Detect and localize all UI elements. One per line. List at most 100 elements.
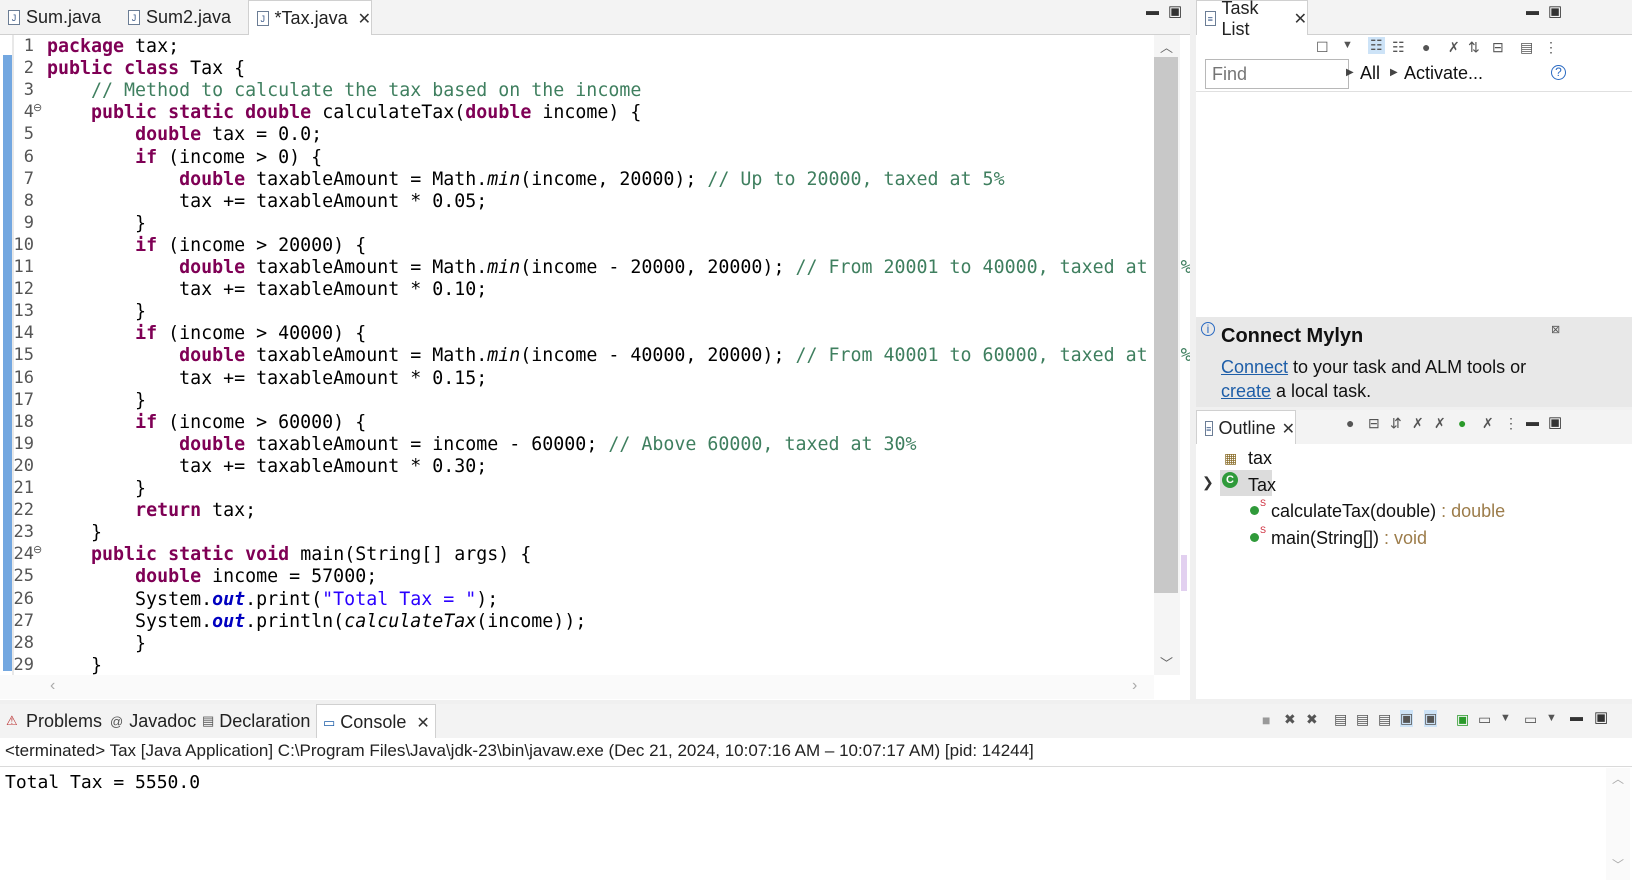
task-repositories-icon[interactable]: ▤: [1520, 39, 1533, 56]
code-line[interactable]: }: [47, 521, 102, 544]
categorized-icon[interactable]: ☷: [1368, 37, 1385, 54]
scroll-left-icon[interactable]: ‹: [50, 677, 55, 695]
tab-task-list[interactable]: ≡ Task List ✕: [1196, 0, 1308, 39]
code-line[interactable]: }: [47, 389, 146, 412]
chevron-down-icon[interactable]: ❯: [1202, 474, 1214, 491]
find-input[interactable]: [1205, 59, 1349, 89]
new-task-icon[interactable]: ☐: [1316, 39, 1329, 56]
dropdown-icon[interactable]: ▼: [1342, 39, 1353, 51]
tab-tax-java[interactable]: J *Tax.java ✕: [248, 0, 372, 36]
hide-nonpublic-icon[interactable]: ●: [1458, 415, 1466, 431]
minimize-icon[interactable]: ▬: [1526, 3, 1539, 18]
remove-launch-icon[interactable]: ✖: [1284, 711, 1296, 728]
vertical-scrollbar[interactable]: ︿ ﹀: [1154, 35, 1180, 675]
scrollbar-thumb[interactable]: [1154, 57, 1178, 593]
collapse-all-icon[interactable]: ⊟: [1492, 39, 1504, 56]
fold-collapse-icon[interactable]: ⊖: [33, 101, 42, 114]
pin-console-icon[interactable]: ▣: [1456, 711, 1469, 728]
scroll-lock-icon[interactable]: ▤: [1356, 711, 1369, 728]
code-line[interactable]: }: [47, 632, 146, 655]
code-line[interactable]: tax += taxableAmount * 0.30;: [47, 455, 487, 478]
connect-link[interactable]: Connect: [1221, 357, 1288, 377]
code-line[interactable]: }: [47, 477, 146, 500]
hide-fields-icon[interactable]: ✗: [1412, 415, 1424, 432]
code-line[interactable]: double tax = 0.0;: [47, 123, 322, 146]
tab-console[interactable]: ▭ Console ✕: [316, 704, 436, 740]
close-icon[interactable]: ✕: [1294, 9, 1307, 29]
outline-method[interactable]: main(String[]) : void: [1271, 528, 1427, 549]
remove-all-icon[interactable]: ✖: [1306, 711, 1318, 728]
maximize-icon[interactable]: ▣: [1594, 708, 1608, 726]
synchronize-icon[interactable]: ⇅: [1468, 39, 1480, 56]
show-stdout-icon[interactable]: ▣: [1400, 710, 1414, 727]
fold-collapse-icon[interactable]: ⊖: [33, 543, 42, 556]
code-line[interactable]: if (income > 0) {: [47, 146, 322, 169]
code-editor[interactable]: 1 2 3 4 5 6 7 8 9 10 11 12 13 14 15 16 17 18 19 20 21 22 23 24 2…: [0, 35, 1192, 700]
close-icon[interactable]: ✕: [358, 9, 371, 29]
vertical-splitter[interactable]: [1190, 0, 1196, 700]
code-line[interactable]: if (income > 60000) {: [47, 411, 366, 434]
minimize-icon[interactable]: ▬: [1570, 709, 1583, 724]
outline-method[interactable]: calculateTax(double) : double: [1271, 501, 1505, 522]
console-output[interactable]: Total Tax = 5550.0: [5, 772, 200, 793]
code-line[interactable]: double taxableAmount = Math.min(income -…: [47, 344, 1192, 367]
focus-icon[interactable]: ●: [1346, 415, 1354, 431]
horizontal-scrollbar[interactable]: ‹ ›: [0, 675, 1154, 699]
scroll-up-icon[interactable]: ︿: [1612, 770, 1624, 787]
scroll-down-icon[interactable]: ﹀: [1612, 856, 1624, 873]
hide-local-types-icon[interactable]: ✗: [1482, 415, 1494, 432]
scheduled-icon[interactable]: ☷: [1392, 39, 1405, 56]
code-line[interactable]: }: [47, 212, 146, 235]
open-console-icon[interactable]: ▭: [1524, 711, 1537, 728]
view-menu-icon[interactable]: ⋮: [1504, 415, 1518, 432]
scroll-right-icon[interactable]: ›: [1132, 677, 1137, 695]
terminate-icon[interactable]: ■: [1262, 712, 1270, 728]
code-line[interactable]: tax += taxableAmount * 0.10;: [47, 278, 487, 301]
code-line[interactable]: public static void main(String[] args) {: [47, 543, 531, 566]
code-line[interactable]: }: [47, 654, 102, 677]
display-console-icon[interactable]: ▭: [1478, 711, 1491, 728]
sort-icon[interactable]: ⇵: [1390, 415, 1402, 432]
minimize-icon[interactable]: ▬: [1146, 3, 1159, 18]
close-icon[interactable]: ✕: [416, 713, 429, 733]
filter-all-link[interactable]: All: [1360, 63, 1380, 84]
tab-sum-java[interactable]: J Sum.java: [0, 0, 118, 34]
code-line[interactable]: double income = 57000;: [47, 565, 377, 588]
console-scrollbar[interactable]: ︿ ﹀: [1606, 768, 1630, 880]
view-menu-icon[interactable]: ⋮: [1544, 39, 1558, 56]
code-line[interactable]: // Method to calculate the tax based on …: [47, 79, 641, 102]
focus-icon[interactable]: ●: [1422, 39, 1430, 55]
code-line[interactable]: }: [47, 300, 146, 323]
tab-declaration[interactable]: ▤ Declaration: [202, 704, 310, 738]
code-line[interactable]: double taxableAmount = Math.min(income -…: [47, 256, 1192, 279]
scroll-down-icon[interactable]: ﹀: [1160, 653, 1173, 672]
code-line[interactable]: tax += taxableAmount * 0.05;: [47, 190, 487, 213]
maximize-icon[interactable]: ▣: [1168, 2, 1182, 20]
maximize-icon[interactable]: ▣: [1548, 413, 1562, 431]
tab-javadoc[interactable]: @ Javadoc: [110, 704, 196, 738]
code-line[interactable]: System.out.print("Total Tax = ");: [47, 588, 498, 611]
close-icon[interactable]: ⊠: [1551, 323, 1560, 336]
tab-problems[interactable]: ⚠ Problems: [0, 704, 102, 738]
activate-link[interactable]: Activate...: [1404, 63, 1483, 84]
dropdown-icon[interactable]: ▼: [1500, 712, 1511, 724]
hide-static-icon[interactable]: ✗: [1434, 415, 1446, 432]
scroll-up-icon[interactable]: ︿: [1160, 37, 1173, 56]
show-stderr-icon[interactable]: ▣: [1424, 710, 1438, 727]
code-line[interactable]: System.out.println(calculateTax(income))…: [47, 610, 586, 633]
outline-package[interactable]: tax: [1248, 448, 1272, 469]
code-line[interactable]: tax += taxableAmount * 0.15;: [47, 367, 487, 390]
word-wrap-icon[interactable]: ▤: [1378, 711, 1391, 728]
help-icon[interactable]: ?: [1551, 65, 1566, 80]
code-line[interactable]: public class Tax {: [47, 57, 245, 80]
code-line[interactable]: if (income > 20000) {: [47, 234, 366, 257]
code-line[interactable]: package tax;: [47, 35, 179, 58]
code-line[interactable]: double taxableAmount = Math.min(income, …: [47, 168, 1005, 191]
hide-completed-icon[interactable]: ✗: [1448, 39, 1460, 56]
clear-console-icon[interactable]: ▤: [1334, 711, 1347, 728]
outline-class[interactable]: Tax: [1248, 475, 1276, 496]
minimize-icon[interactable]: ▬: [1526, 414, 1539, 429]
dropdown-icon[interactable]: ▼: [1546, 712, 1557, 724]
code-line[interactable]: public static double calculateTax(double…: [47, 101, 641, 124]
code-line[interactable]: double taxableAmount = income - 60000; /…: [47, 433, 916, 456]
